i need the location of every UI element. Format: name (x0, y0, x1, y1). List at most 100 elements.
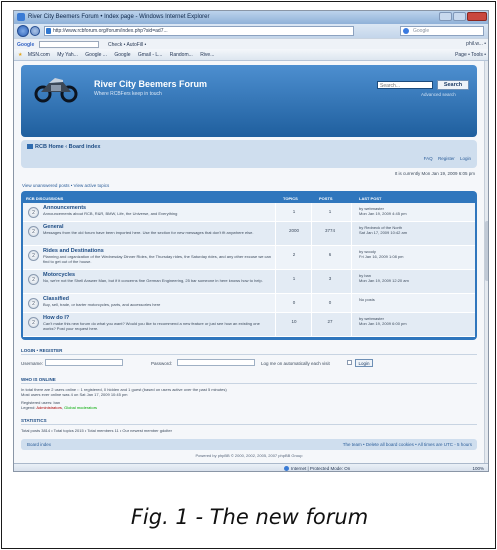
address-bar: http://www.rcbforum.org/forum/index.php?… (14, 24, 488, 38)
google-toolbar-tools[interactable]: Check • AutoFill • (108, 42, 146, 48)
column-forum: RCB Discussions (26, 196, 64, 201)
last-post-author[interactable]: No posts (359, 297, 471, 302)
google-toolbar-logo: Google (17, 41, 35, 48)
forum-last-post[interactable]: by webmaster Mon Jan 19, 2009 4:45 pm (359, 206, 471, 216)
login-button[interactable]: Login (355, 359, 373, 367)
globe-icon (284, 466, 289, 471)
column-divider (351, 222, 352, 246)
last-post-date: Mon Jan 19, 2009 4:45 pm (359, 211, 407, 216)
online-record: Most users ever online was 4 on Sat Jan … (21, 392, 128, 397)
login-form: Username: Password: Log me on automatica… (21, 358, 477, 369)
user-links: FAQ Register Login (420, 156, 471, 161)
forum-name[interactable]: Rides and Destinations (43, 248, 104, 254)
forum-row[interactable]: 2 Announcements Announcements about RCB, R… (23, 203, 475, 222)
register-link[interactable]: Register (438, 156, 455, 161)
forum-row[interactable]: 2 How do I? Can't make this new forum do w… (23, 313, 475, 337)
forum-name[interactable]: Announcements (43, 205, 86, 211)
forum-row[interactable]: 2 General Messages from the old forum have… (23, 222, 475, 246)
forum-read-icon: 2 (28, 298, 39, 309)
column-divider (275, 270, 276, 294)
advanced-search-link[interactable]: Advanced search (421, 92, 456, 97)
command-bar[interactable]: Page • Tools • (455, 52, 486, 58)
forum-row[interactable]: 2 Classified Buy, sell, trade, or barter m… (23, 294, 475, 313)
favorite-link[interactable]: Google (114, 52, 130, 58)
breadcrumb[interactable]: RCB Home ‹ Board index (27, 144, 100, 150)
last-post-date: Mon Jan 19, 2009 12:20 am (359, 278, 409, 283)
login-heading[interactable]: Login • Register (21, 348, 477, 355)
google-account[interactable]: phil.w... • (466, 41, 486, 47)
forum-row[interactable]: 2 Rides and Destinations Planning and orga… (23, 246, 475, 270)
who-is-online: In total there are 2 users online :: 1 r… (21, 387, 477, 410)
favorites-star-icon[interactable]: ★ (18, 52, 22, 58)
forum-search-input[interactable]: Search... (377, 81, 433, 89)
legend-moderators[interactable]: Global moderators (64, 405, 97, 410)
column-divider (311, 294, 312, 313)
site-title[interactable]: River City Beemers Forum (94, 79, 207, 89)
security-zone[interactable]: Internet | Protected Mode: On (284, 466, 350, 471)
column-divider (275, 294, 276, 313)
favorite-link[interactable]: MSN.com (28, 52, 50, 58)
password-label: Password: (151, 361, 173, 366)
motorcycle-logo-icon[interactable] (33, 73, 79, 103)
forum-name[interactable]: General (43, 224, 63, 230)
favorite-link[interactable]: Random... (170, 52, 193, 58)
minimize-button[interactable] (439, 12, 452, 21)
browser-search-input[interactable]: Google (400, 26, 484, 36)
forum-name[interactable]: How do I? (43, 315, 69, 321)
legend-prefix: Legend: (21, 405, 37, 410)
username-input[interactable] (45, 359, 123, 366)
breadcrumb-text[interactable]: RCB Home ‹ Board index (35, 144, 100, 150)
last-post-date: Sat Jan 17, 2009 10:42 am (359, 230, 408, 235)
forum-name[interactable]: Motorcycles (43, 272, 75, 278)
column-divider (311, 313, 312, 337)
auto-login-label: Log me on automatically each visit (261, 361, 330, 366)
column-divider (311, 270, 312, 294)
favorite-link[interactable]: Gmail - L... (138, 52, 162, 58)
forum-topics-count: 2000 (288, 228, 299, 233)
vertical-scrollbar[interactable] (484, 61, 488, 463)
copyright: Powered by phpBB © 2000, 2002, 2005, 200… (195, 453, 303, 458)
home-icon (27, 144, 33, 150)
figure-frame: River City Beemers Forum • Index page - … (1, 1, 496, 549)
close-button[interactable] (467, 12, 487, 21)
footer-links[interactable]: The team • Delete all board cookies • Al… (343, 442, 472, 447)
page-icon (46, 28, 51, 34)
maximize-button[interactable] (453, 12, 466, 21)
forum-header: River City Beemers Forum Where RCBFers k… (21, 65, 477, 137)
url-field[interactable]: http://www.rcbforum.org/forum/index.php?… (44, 26, 354, 36)
forum-search-button[interactable]: Search (437, 80, 469, 90)
forum-last-post[interactable]: No posts (359, 297, 471, 302)
password-input[interactable] (177, 359, 255, 366)
forum-read-icon: 2 (28, 274, 39, 285)
login-link[interactable]: Login (460, 156, 471, 161)
forum-last-post[interactable]: by Redneck of the North Sat Jan 17, 2009 … (359, 225, 471, 235)
forum-last-post[interactable]: by woody Fri Jan 16, 2009 1:08 pm (359, 249, 471, 259)
auto-login-checkbox[interactable] (347, 360, 352, 365)
forum-last-post[interactable]: by webmaster Mon Jan 19, 2009 6:00 pm (359, 316, 471, 326)
forum-name[interactable]: Classified (43, 296, 69, 302)
footer-board-index-link[interactable]: Board index (27, 442, 51, 447)
search-links[interactable]: View unanswered posts • View active topi… (21, 183, 477, 188)
window-controls (439, 12, 487, 21)
figure-caption: Fig. 1 - The new forum (130, 505, 369, 529)
favorite-link[interactable]: Rive... (200, 52, 214, 58)
browser-screenshot: River City Beemers Forum • Index page - … (13, 10, 489, 472)
column-divider (351, 203, 352, 222)
legend-administrators[interactable]: Administrators (36, 405, 62, 410)
forum-topics-count: 1 (292, 209, 296, 214)
scrollbar-thumb[interactable] (485, 221, 488, 281)
forum-list-header: RCB Discussions Topics Posts Last post (23, 193, 475, 203)
zoom-level[interactable]: 100% (472, 466, 484, 471)
favorite-link[interactable]: Google ... (85, 52, 107, 58)
favorite-link[interactable]: My Yah... (57, 52, 78, 58)
forum-last-post[interactable]: by ban Mon Jan 19, 2009 12:20 am (359, 273, 471, 283)
forum-rows: 2 Announcements Announcements about RCB, R… (23, 203, 475, 337)
faq-link[interactable]: FAQ (424, 156, 433, 161)
back-button[interactable] (17, 25, 29, 37)
forum-row[interactable]: 2 Motorcycles No, we're not the Shell Answ… (23, 270, 475, 294)
current-time: It is currently Mon Jan 19, 2009 6:05 pm (394, 171, 475, 176)
forward-button[interactable] (30, 26, 40, 36)
forum-read-icon: 2 (28, 207, 39, 218)
forum-posts-count: 0 (328, 300, 332, 305)
google-toolbar-search[interactable] (38, 41, 99, 48)
